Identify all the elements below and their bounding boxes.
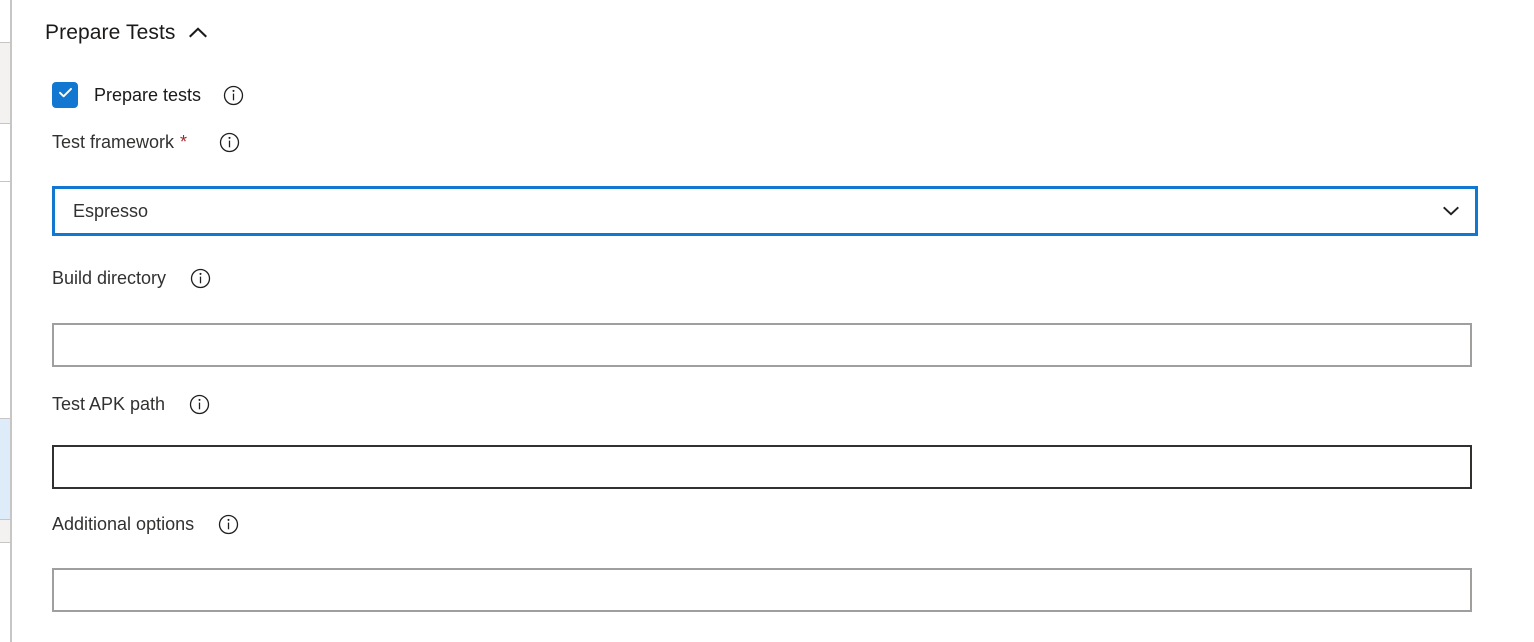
test-apk-path-input[interactable] [52, 445, 1472, 489]
test-framework-selected-value: Espresso [73, 201, 149, 221]
rail-divider-6 [0, 542, 10, 543]
field-label-row-additional-options: Additional options [52, 512, 239, 536]
prepare-tests-checkbox-label[interactable]: Prepare tests [94, 83, 201, 107]
rail-segment-2 [0, 43, 10, 123]
rail-segment-6 [0, 520, 10, 542]
rail-segment-7 [0, 543, 10, 642]
build-directory-input[interactable] [52, 323, 1472, 367]
prepare-tests-panel: Prepare Tests Prepare tests Test framewo… [12, 0, 1534, 642]
info-icon-prepare-tests[interactable] [223, 85, 244, 106]
field-label-additional-options: Additional options [52, 514, 195, 534]
field-label-row-build-directory: Build directory [52, 266, 211, 290]
rail-divider-2 [0, 123, 10, 124]
left-rail-gutter [0, 0, 12, 642]
field-label-test-apk-path: Test APK path [52, 394, 166, 414]
page-title: Prepare Tests [45, 21, 176, 44]
field-label-row-test-framework: Test framework * [52, 130, 240, 154]
rail-segment-1 [0, 0, 10, 42]
rail-segment-3 [0, 124, 10, 181]
field-label-build-directory: Build directory [52, 268, 167, 288]
rail-divider-3 [0, 181, 10, 182]
rail-divider-5 [0, 519, 10, 520]
check-icon [57, 84, 74, 106]
section-header-prepare-tests[interactable]: Prepare Tests [45, 20, 209, 46]
info-icon-test-framework[interactable] [219, 132, 240, 153]
rail-divider-4 [0, 418, 10, 419]
prepare-tests-checkbox[interactable] [52, 82, 78, 108]
prepare-tests-checkbox-row[interactable]: Prepare tests [52, 82, 244, 108]
field-label-test-framework: Test framework [52, 132, 175, 152]
rail-segment-4 [0, 182, 10, 418]
chevron-up-icon[interactable] [187, 22, 209, 44]
rail-divider-1 [0, 42, 10, 43]
info-icon-build-directory[interactable] [190, 268, 211, 289]
rail-segment-5 [0, 419, 10, 519]
test-framework-dropdown[interactable]: Espresso [52, 186, 1478, 236]
field-label-row-test-apk-path: Test APK path [52, 392, 210, 416]
required-asterisk-test-framework: * [180, 132, 188, 152]
chevron-down-icon[interactable] [1441, 201, 1461, 221]
additional-options-input[interactable] [52, 568, 1472, 612]
info-icon-additional-options[interactable] [218, 514, 239, 535]
info-icon-test-apk-path[interactable] [189, 394, 210, 415]
